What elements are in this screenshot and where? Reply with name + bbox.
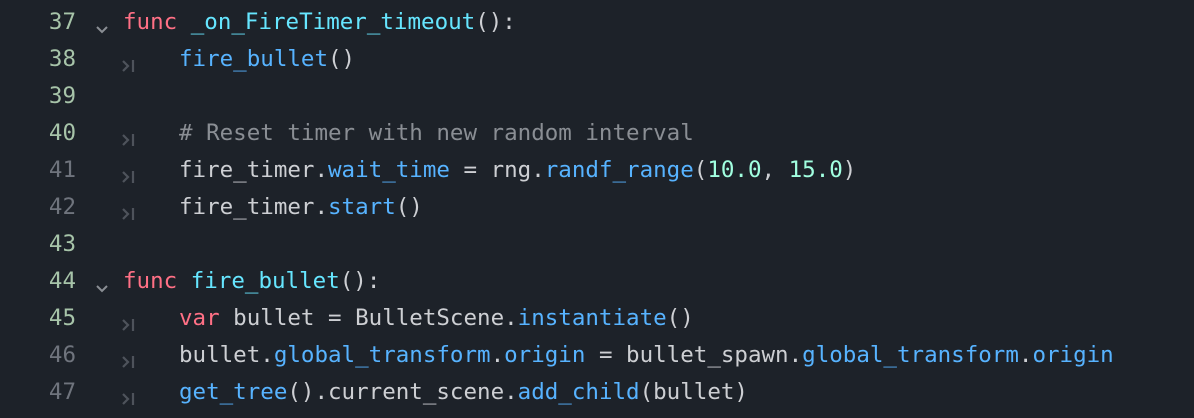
line-number: 37 — [48, 9, 76, 35]
code-text[interactable]: fire_timer.start() — [179, 189, 423, 226]
line-number: 43 — [48, 231, 76, 257]
code-token: bullet = BulletScene. — [219, 305, 518, 331]
code-token: ().current_scene. — [287, 379, 518, 405]
code-token: origin — [1032, 342, 1114, 368]
code-token: global_transform — [273, 342, 491, 368]
code-editor[interactable]: 37 func _on_FireTimer_timeout(): 38 fire… — [0, 0, 1194, 418]
code-text[interactable]: var bullet = BulletScene.instantiate() — [179, 300, 694, 337]
code-token: fire_bullet — [179, 46, 329, 72]
code-text[interactable]: fire_timer.wait_time = rng.randf_range(1… — [179, 152, 856, 189]
code-token: get_tree — [179, 379, 288, 405]
code-token: fire_timer. — [179, 157, 329, 183]
code-line[interactable]: 40 # Reset timer with new random interva… — [0, 115, 1194, 152]
code-token: fire_bullet — [190, 268, 340, 294]
code-token: 10.0 — [707, 157, 762, 183]
code-token: = bullet_spawn. — [585, 342, 803, 368]
code-token: fire_timer. — [179, 194, 329, 220]
code-token: . — [1018, 342, 1033, 368]
code-token: wait_time — [328, 157, 450, 183]
line-number: 38 — [48, 46, 76, 72]
code-line[interactable]: 46 bullet.global_transform.origin = bull… — [0, 337, 1194, 374]
code-line[interactable]: 44 func fire_bullet(): — [0, 263, 1194, 300]
code-text[interactable]: func _on_FireTimer_timeout(): — [123, 4, 516, 41]
tab-indent-icon — [121, 201, 137, 220]
code-token: 15.0 — [788, 157, 843, 183]
tab-indent-icon — [121, 386, 137, 405]
line-number: 40 — [48, 120, 76, 146]
chevron-down-icon[interactable] — [95, 275, 109, 293]
chevron-down-icon[interactable] — [95, 16, 109, 34]
code-token: global_transform — [802, 342, 1019, 368]
code-token: # Reset timer with new random interval — [179, 120, 694, 146]
code-line[interactable]: 47 get_tree().current_scene.add_child(bu… — [0, 374, 1194, 411]
code-line[interactable]: 45 var bullet = BulletScene.instantiate(… — [0, 300, 1194, 337]
code-text[interactable]: func fire_bullet(): — [123, 263, 380, 300]
line-number: 45 — [48, 305, 76, 331]
code-token: _on_FireTimer_timeout — [190, 9, 476, 35]
line-number: 41 — [48, 157, 76, 183]
code-text[interactable]: # Reset timer with new random interval — [179, 115, 694, 152]
code-token: randf_range — [544, 157, 694, 183]
tab-indent-icon — [121, 164, 137, 183]
tab-indent-icon — [121, 349, 137, 368]
code-token: bullet. — [179, 342, 274, 368]
code-token: add_child — [517, 379, 640, 405]
code-text[interactable]: fire_bullet() — [179, 41, 355, 78]
code-token: (bullet) — [639, 379, 748, 405]
code-token: ( — [693, 157, 708, 183]
code-token: origin — [504, 342, 586, 368]
code-line[interactable]: 41 fire_timer.wait_time = rng.randf_rang… — [0, 152, 1194, 189]
line-number: 42 — [48, 194, 76, 220]
code-token: () — [395, 194, 423, 220]
code-token: start — [328, 194, 396, 220]
code-token: (): — [339, 268, 381, 294]
code-token: func — [123, 9, 178, 35]
tab-indent-icon — [121, 127, 137, 146]
line-number: 39 — [48, 83, 76, 109]
code-text[interactable]: get_tree().current_scene.add_child(bulle… — [179, 374, 748, 411]
tab-indent-icon — [121, 312, 137, 331]
code-token: = rng. — [449, 157, 545, 183]
line-number: 46 — [48, 342, 76, 368]
code-token: instantiate — [517, 305, 667, 331]
code-token: , — [761, 157, 789, 183]
code-token: var — [179, 305, 220, 331]
code-line[interactable]: 42 fire_timer.start() — [0, 189, 1194, 226]
code-line[interactable]: 37 func _on_FireTimer_timeout(): — [0, 4, 1194, 41]
code-token: () — [328, 46, 356, 72]
line-number: 44 — [48, 268, 76, 294]
code-token: . — [490, 342, 505, 368]
code-token: func — [123, 268, 178, 294]
code-line[interactable]: 38 fire_bullet() — [0, 41, 1194, 78]
code-token: () — [666, 305, 694, 331]
code-line[interactable]: 43 — [0, 226, 1194, 263]
line-number: 47 — [48, 379, 76, 405]
code-text[interactable]: bullet.global_transform.origin = bullet_… — [179, 337, 1114, 374]
code-token: ) — [842, 157, 857, 183]
code-line[interactable]: 39 — [0, 78, 1194, 115]
code-token: (): — [475, 9, 516, 35]
tab-indent-icon — [121, 53, 137, 72]
